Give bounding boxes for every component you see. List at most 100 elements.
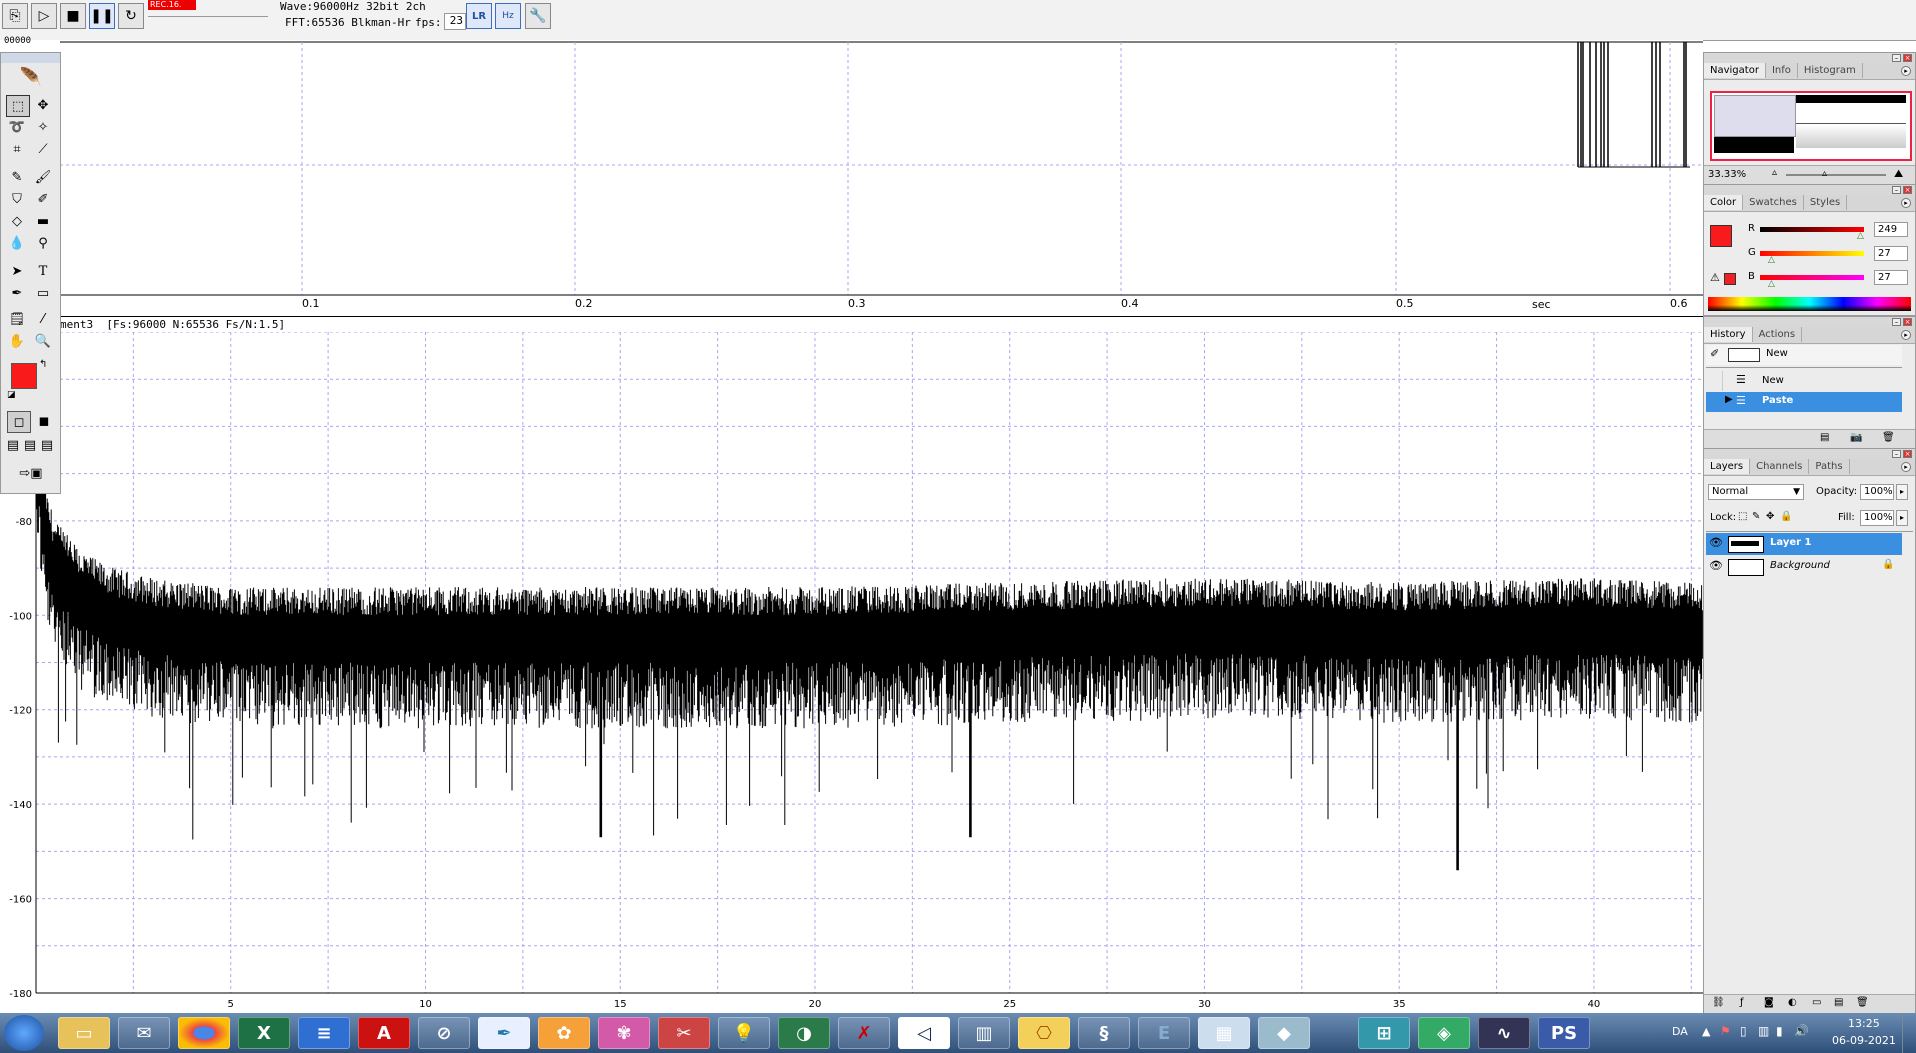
tab-history[interactable]: History	[1704, 327, 1753, 342]
g-slider[interactable]	[1760, 251, 1864, 256]
fill-field[interactable]: 100%	[1860, 510, 1894, 526]
tab-actions[interactable]: Actions	[1753, 327, 1803, 342]
notes-app-icon[interactable]: ◆	[1258, 1017, 1310, 1049]
close-icon[interactable]: ×	[1903, 450, 1912, 458]
lr-button[interactable]: LR	[466, 3, 492, 29]
tab-color[interactable]: Color	[1704, 195, 1744, 210]
blend-mode-select[interactable]: Normal ▼	[1708, 484, 1804, 500]
close-icon[interactable]: ×	[1903, 318, 1912, 326]
brush-tool-icon[interactable]: 🖌	[32, 167, 54, 187]
navigator-thumbnail[interactable]	[1710, 91, 1912, 161]
tab-paths[interactable]: Paths	[1809, 459, 1850, 474]
volume-icon[interactable]: 🔊	[1794, 1024, 1809, 1038]
panel-menu-icon[interactable]: ▸	[1901, 330, 1911, 340]
new-document-icon[interactable]: ▤	[1820, 432, 1829, 443]
trash-icon[interactable]: 🗑	[1856, 997, 1869, 1008]
zoom-slider[interactable]	[1786, 174, 1886, 176]
type-tool-icon[interactable]: T	[32, 261, 54, 281]
notes-tool-icon[interactable]: 🗒	[6, 309, 28, 329]
mail-icon[interactable]: ✉	[118, 1017, 170, 1049]
eye-icon[interactable]: 👁	[1709, 559, 1723, 572]
history-snapshot-row[interactable]: ✐ New	[1706, 345, 1902, 365]
wave-app-icon[interactable]: ∿	[1478, 1017, 1530, 1049]
jump-to-imageready-icon[interactable]: ⇨▣	[9, 463, 53, 483]
zoom-value[interactable]: 33.33%	[1708, 169, 1746, 180]
history-title-bar[interactable]: – ×	[1704, 317, 1915, 327]
tray-flag-icon[interactable]: ⚑	[1720, 1024, 1731, 1038]
start-button-icon[interactable]	[4, 1015, 44, 1051]
language-indicator[interactable]: DA	[1672, 1025, 1688, 1038]
play-icon[interactable]: ▷	[31, 3, 57, 29]
eye-icon[interactable]: 👁	[1709, 536, 1723, 549]
eyedropper-icon[interactable]: ⁄	[32, 309, 54, 329]
marquee-tool-icon[interactable]: ⬚	[6, 95, 30, 117]
pen-tool-icon[interactable]: ✒	[6, 283, 28, 303]
lock-paint-icon[interactable]: ✎	[1752, 511, 1760, 522]
history-scrollbar[interactable]	[1904, 345, 1913, 425]
navigator-title-bar[interactable]: – ×	[1704, 53, 1915, 63]
spectrum-plot[interactable]: -60-80-100-120-140-160-180 5101520253035…	[0, 331, 1703, 1013]
shape-tool-icon[interactable]: ▭	[32, 283, 54, 303]
opacity-field[interactable]: 100%	[1860, 484, 1894, 500]
network-app-icon[interactable]: ⊞	[1358, 1017, 1410, 1049]
close-icon[interactable]: ×	[1903, 186, 1912, 194]
new-group-icon[interactable]: ▭	[1812, 997, 1821, 1008]
loop-icon[interactable]: ↻	[118, 3, 144, 29]
tab-channels[interactable]: Channels	[1750, 459, 1810, 474]
spectrum-app-icon[interactable]: ▥	[958, 1017, 1010, 1049]
layers-title-bar[interactable]: – ×	[1704, 449, 1915, 459]
tab-layers[interactable]: Layers	[1704, 459, 1751, 474]
slice-tool-icon[interactable]: ⟋	[32, 139, 54, 159]
tray-network-icon[interactable]: ▥	[1758, 1024, 1769, 1038]
panel-menu-icon[interactable]: ▸	[1901, 66, 1911, 76]
tab-navigator[interactable]: Navigator	[1704, 63, 1766, 78]
photoshop-app-icon[interactable]: PS	[1538, 1017, 1590, 1049]
pdf-icon[interactable]: A	[358, 1017, 410, 1049]
layer-row[interactable]: 👁 Background 🔒	[1706, 556, 1902, 578]
hz-button[interactable]: Hz	[495, 3, 521, 29]
healing-brush-icon[interactable]: ✎	[6, 167, 28, 187]
magic-wand-icon[interactable]: ✧	[32, 117, 54, 137]
minimize-icon[interactable]: –	[1892, 186, 1901, 194]
green-app-icon[interactable]: ◑	[778, 1017, 830, 1049]
feather-app-icon[interactable]: ✒	[478, 1017, 530, 1049]
color-ramp[interactable]	[1708, 297, 1911, 311]
photo-app-icon[interactable]: ✾	[598, 1017, 650, 1049]
fill-arrow-icon[interactable]: ▸	[1896, 510, 1908, 526]
layer-style-icon[interactable]: ƒ	[1740, 997, 1744, 1008]
bulb-app-icon[interactable]: 💡	[718, 1017, 770, 1049]
hand-tool-icon[interactable]: ✋	[6, 331, 28, 351]
pause-button[interactable]: ❚❚	[89, 3, 115, 29]
adjustment-layer-icon[interactable]: ◐	[1788, 997, 1797, 1008]
r-slider[interactable]	[1760, 227, 1864, 232]
wrench-icon[interactable]: 🔧	[525, 3, 551, 29]
waveform-plot[interactable]: 00000 0.1 0.2 0.3 0.4 0.5 sec 0.6	[0, 36, 1703, 316]
clock-time[interactable]: 13:25	[1848, 1017, 1880, 1030]
analyzer-app-icon[interactable]: ◈	[1418, 1017, 1470, 1049]
path-select-icon[interactable]: ➤	[6, 261, 28, 281]
stop-button[interactable]: ■	[60, 3, 86, 29]
blur-tool-icon[interactable]: 💧	[6, 233, 28, 253]
zoom-slider-thumb[interactable]: ▵	[1822, 168, 1827, 179]
color-title-bar[interactable]: – ×	[1704, 185, 1915, 195]
b-slider[interactable]	[1760, 275, 1864, 280]
tab-histogram[interactable]: Histogram	[1798, 63, 1863, 78]
calculator-icon[interactable]: ▦	[1198, 1017, 1250, 1049]
screen-mode-full-icon[interactable]: ▤	[39, 435, 55, 455]
new-layer-icon[interactable]: ▤	[1834, 997, 1843, 1008]
document-icon[interactable]: ≡	[298, 1017, 350, 1049]
vector-app-icon[interactable]: ✂	[658, 1017, 710, 1049]
clock-date[interactable]: 06-09-2021	[1832, 1034, 1896, 1047]
zoom-out-icon[interactable]: ▵	[1772, 167, 1777, 178]
fps-field[interactable]: 23	[444, 13, 466, 30]
archive-app-icon[interactable]: ⎔	[1018, 1017, 1070, 1049]
history-item-selected[interactable]: ▶ ☰ Paste	[1706, 392, 1902, 412]
gamut-color-icon[interactable]	[1724, 273, 1736, 285]
trash-icon[interactable]: 🗑	[1882, 432, 1895, 443]
screen-mode-full-menu-icon[interactable]: ▤	[22, 435, 38, 455]
tools-title-bar[interactable]	[1, 53, 60, 63]
default-colors-icon[interactable]: ◪	[7, 390, 16, 400]
g-value-field[interactable]: 27	[1874, 246, 1908, 261]
clone-stamp-icon[interactable]: ⛉	[6, 189, 28, 209]
move-tool-icon[interactable]: ✥	[32, 95, 54, 115]
